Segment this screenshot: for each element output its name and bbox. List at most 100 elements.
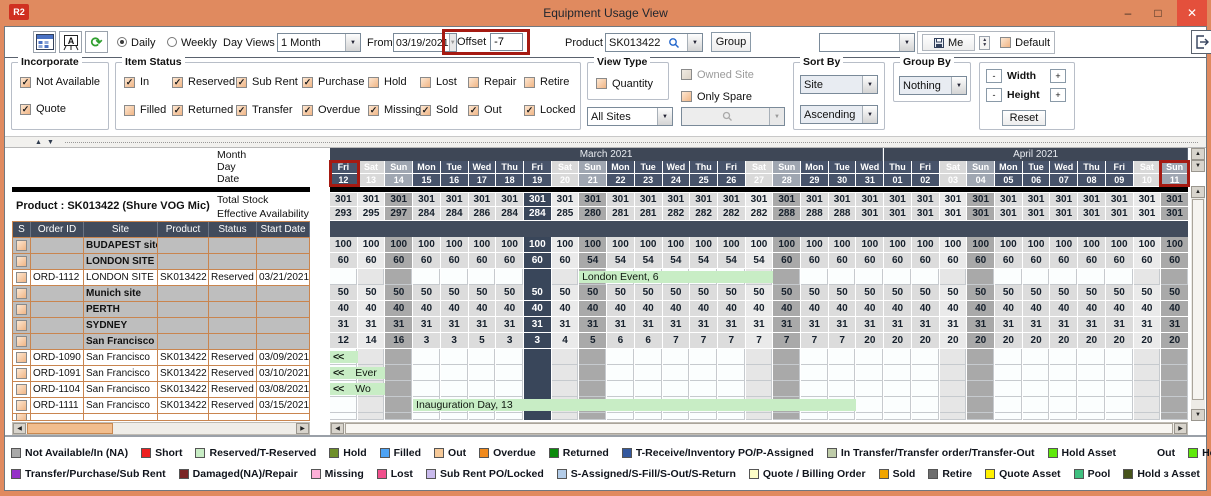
- chevron-down-icon[interactable]: ▼: [769, 108, 784, 125]
- row-checkbox[interactable]: [16, 384, 27, 395]
- search-icon[interactable]: [668, 37, 680, 49]
- checkbox-box[interactable]: [468, 77, 479, 88]
- event-bar[interactable]: London Event, 6: [579, 271, 773, 283]
- checkbox-reserved[interactable]: ✓Reserved: [172, 76, 236, 88]
- sites-select[interactable]: All Sites ▼: [587, 107, 673, 126]
- chevron-down-icon[interactable]: ▼: [899, 34, 914, 51]
- checkbox-box[interactable]: [368, 77, 379, 88]
- minimize-button[interactable]: –: [1115, 0, 1141, 26]
- event-bar[interactable]: <<Wo: [330, 383, 385, 395]
- checkbox-box[interactable]: ✓: [236, 77, 247, 88]
- sort-field-select[interactable]: Site ▼: [800, 75, 878, 94]
- checkbox-not-available[interactable]: ✓Not Available: [20, 76, 108, 88]
- offset-input[interactable]: [490, 33, 523, 51]
- sort-direction-select[interactable]: Ascending ▼: [800, 105, 878, 124]
- weekly-radio[interactable]: [167, 37, 177, 47]
- row-checkbox[interactable]: [16, 304, 27, 315]
- site-row[interactable]: PERTH: [13, 302, 310, 318]
- site-row[interactable]: SYDNEY: [13, 318, 310, 334]
- checkbox-retire[interactable]: Retire: [524, 76, 580, 88]
- order-row[interactable]: ORD-1091San FranciscoSK013422Reserved03/…: [13, 366, 310, 382]
- usage-grid-view-button[interactable]: [33, 31, 56, 53]
- checkbox-overdue[interactable]: ✓Overdue: [302, 104, 368, 116]
- checkbox-filled[interactable]: Filled: [124, 104, 172, 116]
- default-checkbox[interactable]: [1000, 37, 1011, 48]
- collapse-up-icon[interactable]: ▲: [35, 139, 42, 146]
- checkbox-box[interactable]: [681, 69, 692, 80]
- spare-search-combo[interactable]: ▼: [681, 107, 785, 126]
- row-checkbox[interactable]: [16, 256, 27, 267]
- day-views-select[interactable]: 1 Month ▼: [277, 33, 361, 52]
- scroll-left-icon[interactable]: ◀: [331, 423, 344, 434]
- splitter-bar[interactable]: ▲ ▼: [5, 137, 1206, 148]
- collapse-down-icon[interactable]: ▼: [47, 139, 54, 146]
- row-checkbox[interactable]: [16, 240, 27, 251]
- checkbox-owned-site[interactable]: Owned Site: [681, 69, 754, 81]
- row-checkbox[interactable]: [16, 320, 27, 331]
- checkbox-transfer[interactable]: ✓Transfer: [236, 104, 302, 116]
- height-minus-button[interactable]: -: [986, 88, 1002, 102]
- vertical-scrollbar[interactable]: ▲ ▼ ▲ ▼: [1191, 148, 1205, 421]
- text-board-view-button[interactable]: A: [59, 31, 82, 53]
- site-row[interactable]: BUDAPEST site: [13, 238, 310, 254]
- row-checkbox[interactable]: [16, 272, 27, 283]
- exit-button[interactable]: [1191, 30, 1211, 54]
- checkbox-box[interactable]: ✓: [302, 105, 313, 116]
- checkbox-box[interactable]: ✓: [124, 77, 135, 88]
- checkbox-hold[interactable]: Hold: [368, 76, 420, 88]
- scrollbar-thumb[interactable]: [1192, 199, 1204, 400]
- row-checkbox[interactable]: [16, 288, 27, 299]
- checkbox-box[interactable]: ✓: [172, 77, 183, 88]
- scroll-right-icon[interactable]: ▶: [1174, 423, 1187, 434]
- scrollbar-track[interactable]: [1191, 198, 1205, 409]
- refresh-button[interactable]: ⟳: [85, 31, 108, 53]
- checkbox-box[interactable]: ✓: [302, 77, 313, 88]
- spinner-control[interactable]: ▲▼: [979, 36, 990, 50]
- checkbox-box[interactable]: ✓: [468, 105, 479, 116]
- table-h-scrollbar[interactable]: ◀ ▶: [12, 422, 310, 435]
- checkbox-quantity[interactable]: Quantity: [596, 78, 653, 90]
- row-checkbox[interactable]: [16, 336, 27, 347]
- checkbox-box[interactable]: ✓: [420, 105, 431, 116]
- chevron-down-icon[interactable]: ▼: [687, 34, 702, 51]
- save-me-button[interactable]: Me: [922, 34, 975, 51]
- scrollbar-thumb[interactable]: [345, 423, 1173, 434]
- checkbox-repair[interactable]: Repair: [468, 76, 524, 88]
- chevron-down-icon[interactable]: ▼: [862, 106, 877, 123]
- row-checkbox[interactable]: [16, 352, 27, 363]
- chevron-down-icon[interactable]: ▼: [951, 77, 966, 94]
- event-bar[interactable]: <<: [330, 351, 358, 363]
- scroll-down-icon[interactable]: ▼: [1191, 409, 1205, 421]
- checkbox-lost[interactable]: Lost: [420, 76, 468, 88]
- checkbox-only-spare[interactable]: Only Spare: [681, 91, 752, 103]
- scroll-right-icon[interactable]: ▶: [296, 423, 309, 434]
- checkbox-box[interactable]: ✓: [20, 77, 31, 88]
- chevron-down-icon[interactable]: ▼: [657, 108, 672, 125]
- chevron-down-icon[interactable]: ▼: [862, 76, 877, 93]
- reset-button[interactable]: Reset: [1002, 110, 1046, 126]
- order-row[interactable]: ORD-1111San FranciscoSK013422Reserved03/…: [13, 398, 310, 414]
- checkbox-box[interactable]: [596, 78, 607, 89]
- scroll-left-icon[interactable]: ◀: [13, 423, 26, 434]
- checkbox-box[interactable]: ✓: [172, 105, 183, 116]
- splitter-handle[interactable]: [65, 142, 1198, 143]
- checkbox-box[interactable]: ✓: [524, 105, 535, 116]
- scroll-up-icon[interactable]: ▲: [1191, 148, 1205, 160]
- preset-select[interactable]: ▼: [819, 33, 915, 52]
- checkbox-out[interactable]: ✓Out: [468, 104, 524, 116]
- scroll-up-icon[interactable]: ▲: [1191, 186, 1205, 198]
- order-row[interactable]: ORD-1090San FranciscoSK013422Reserved03/…: [13, 350, 310, 366]
- site-row[interactable]: San Francisco: [13, 334, 310, 350]
- width-minus-button[interactable]: -: [986, 69, 1002, 83]
- checkbox-box[interactable]: [124, 105, 135, 116]
- daily-radio[interactable]: [117, 37, 127, 47]
- width-plus-button[interactable]: +: [1050, 69, 1066, 83]
- row-checkbox[interactable]: [16, 400, 27, 411]
- order-row[interactable]: ORD-1112LONDON SITESK013422Reserved03/21…: [13, 270, 310, 286]
- scroll-down-icon[interactable]: ▼: [1191, 160, 1205, 172]
- checkbox-returned[interactable]: ✓Returned: [172, 104, 236, 116]
- maximize-button[interactable]: □: [1145, 0, 1171, 26]
- checkbox-box[interactable]: [524, 77, 535, 88]
- row-checkbox[interactable]: [16, 368, 27, 379]
- group-by-select[interactable]: Nothing ▼: [899, 76, 967, 95]
